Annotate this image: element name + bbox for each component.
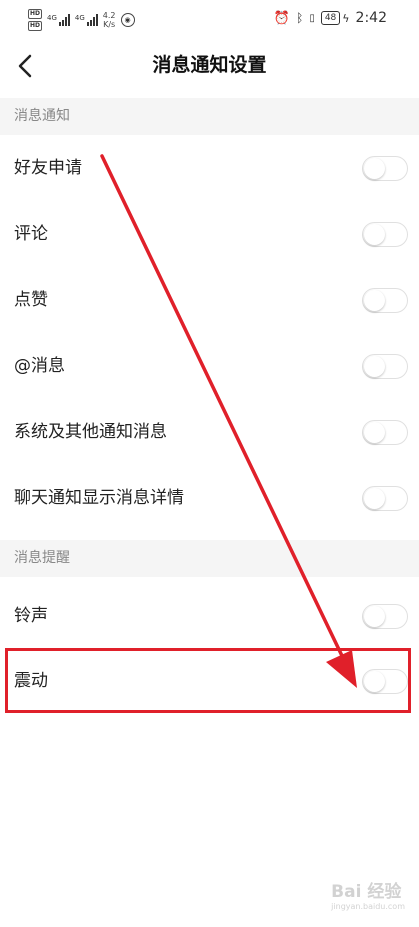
nav-bar: 消息通知设置 xyxy=(0,40,419,92)
battery-icon: 48 xyxy=(320,11,341,25)
row-label: @消息 xyxy=(14,356,65,376)
row-label: 点赞 xyxy=(14,290,48,310)
watermark-sub: jingyan.baidu.com xyxy=(331,902,405,911)
vibration-toggle[interactable] xyxy=(362,669,408,694)
chat-details-toggle[interactable] xyxy=(362,486,408,511)
row-label: 好友申请 xyxy=(14,158,82,178)
vibrate-icon: ▯ xyxy=(309,12,315,24)
settings-row-mentions: @消息 xyxy=(0,333,419,399)
status-left: HD HD 4G 4G 4.2 K/s ◉ xyxy=(28,9,135,31)
clock: 2:42 xyxy=(355,10,387,26)
row-label: 系统及其他通知消息 xyxy=(14,422,167,442)
signal-icon-2: 4G xyxy=(75,14,98,26)
row-label: 铃声 xyxy=(14,606,48,626)
settings-row-comments: 评论 xyxy=(0,201,419,267)
watermark-main: Bai 经验 xyxy=(331,882,402,902)
status-bar: HD HD 4G 4G 4.2 K/s ◉ ⏰ ᛒ ▯ 48 ϟ 2:42 xyxy=(0,0,419,40)
comments-toggle[interactable] xyxy=(362,222,408,247)
mentions-toggle[interactable] xyxy=(362,354,408,379)
toggle-knob xyxy=(364,290,385,311)
bluetooth-icon: ᛒ xyxy=(296,11,304,25)
toggle-knob xyxy=(364,422,385,443)
settings-row-friend-request: 好友申请 xyxy=(0,135,419,201)
system-notifications-toggle[interactable] xyxy=(362,420,408,445)
baidu-watermark: Bai 经验 jingyan.baidu.com xyxy=(331,877,405,911)
toggle-knob xyxy=(364,158,385,179)
friend-request-toggle[interactable] xyxy=(362,156,408,181)
toggle-knob xyxy=(364,606,385,627)
alarm-icon: ⏰ xyxy=(273,10,291,26)
toggle-knob xyxy=(364,488,385,509)
network-speed-unit: K/s xyxy=(103,20,116,29)
row-label: 评论 xyxy=(14,224,48,244)
network-speed: 4.2 K/s xyxy=(103,11,116,29)
ringtone-toggle[interactable] xyxy=(362,604,408,629)
page-title: 消息通知设置 xyxy=(152,54,267,76)
network-speed-value: 4.2 xyxy=(102,11,116,20)
likes-toggle[interactable] xyxy=(362,288,408,313)
settings-row-ringtone: 铃声 xyxy=(0,583,419,649)
toggle-knob xyxy=(364,224,385,245)
row-label: 震动 xyxy=(14,671,48,691)
status-right: ⏰ ᛒ ▯ 48 ϟ 2:42 xyxy=(274,10,387,26)
signal-label: 4G xyxy=(47,14,57,22)
charging-icon: ϟ xyxy=(342,11,350,25)
toggle-knob xyxy=(364,356,385,377)
section-header-notifications: 消息通知 xyxy=(0,98,419,135)
section-header-alerts: 消息提醒 xyxy=(0,540,419,577)
row-label: 聊天通知显示消息详情 xyxy=(14,488,184,508)
hd-icon: HD HD xyxy=(28,9,43,31)
toggle-knob xyxy=(364,671,385,692)
settings-row-vibration: 震动 xyxy=(0,648,419,714)
settings-row-likes: 点赞 xyxy=(0,267,419,333)
notification-icon: ◉ xyxy=(120,13,135,27)
settings-row-chat-details: 聊天通知显示消息详情 xyxy=(0,465,419,531)
signal-icon: 4G xyxy=(47,14,70,26)
settings-row-system-notifications: 系统及其他通知消息 xyxy=(0,399,419,465)
signal-label-2: 4G xyxy=(74,14,85,22)
